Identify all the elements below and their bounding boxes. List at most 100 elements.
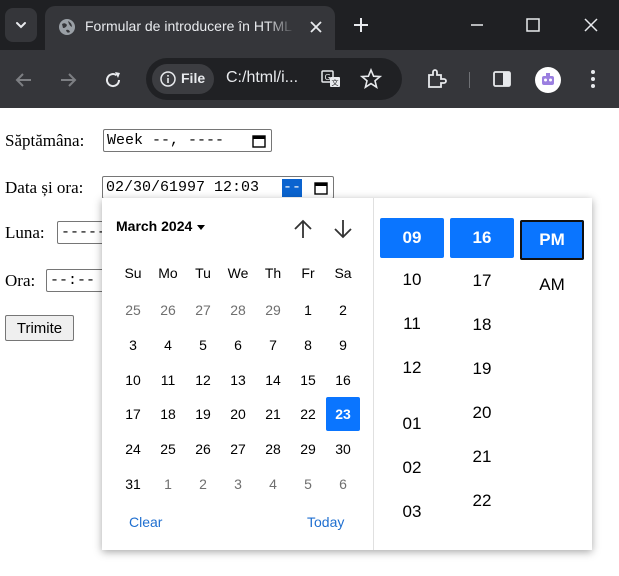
new-tab-icon[interactable] (350, 14, 372, 36)
time-label: Ora: (5, 271, 36, 290)
submit-button[interactable]: Trimite (5, 315, 74, 341)
svg-text:G: G (325, 73, 331, 82)
close-icon[interactable] (307, 18, 325, 36)
calendar-day[interactable]: 2 (326, 293, 360, 327)
hour-option[interactable]: 09 (380, 218, 444, 258)
calendar-day[interactable]: 28 (221, 293, 255, 327)
calendar-day[interactable]: 17 (116, 397, 150, 431)
minute-option[interactable]: 17 (450, 261, 514, 301)
datetime-ampm-segment[interactable]: -- (282, 179, 302, 197)
caret-down-icon (197, 224, 206, 230)
star-icon[interactable] (360, 68, 382, 90)
minute-option[interactable]: 19 (450, 349, 514, 389)
meridiem-option[interactable]: AM (520, 265, 584, 305)
menu-icon[interactable] (581, 67, 605, 91)
calendar-day[interactable]: 7 (256, 328, 290, 362)
calendar-day[interactable]: 31 (116, 467, 150, 501)
calendar-day[interactable]: 29 (256, 293, 290, 327)
calendar-day[interactable]: 15 (291, 363, 325, 397)
minute-option[interactable]: 21 (450, 437, 514, 477)
month-year-selector[interactable]: March 2024 (116, 218, 206, 234)
toolbar-divider (469, 72, 470, 88)
calendar-day[interactable]: 27 (221, 432, 255, 466)
calendar-day[interactable]: 10 (116, 363, 150, 397)
hour-option[interactable]: 03 (380, 492, 444, 532)
calendar-day[interactable]: 9 (326, 328, 360, 362)
translate-icon[interactable]: G文 (320, 68, 342, 90)
weekday-label: Th (264, 265, 282, 281)
datetime-picker: March 2024 Su Mo Tu We Th Fr Sa 25 26 27 28 29 1 2 3 4… (102, 198, 592, 550)
calendar-day[interactable]: 5 (291, 467, 325, 501)
address-bar[interactable]: File C:/html/i... G文 (146, 58, 402, 100)
hour-option[interactable]: 02 (380, 448, 444, 488)
minute-option[interactable]: 18 (450, 305, 514, 345)
tab-strip: Formular de introducere în HTML (0, 0, 619, 50)
forward-icon[interactable] (56, 68, 80, 92)
hour-option[interactable]: 12 (380, 348, 444, 388)
calendar-day[interactable]: 3 (221, 467, 255, 501)
calendar-icon[interactable] (314, 181, 328, 195)
weekday-label: Fr (301, 265, 315, 281)
back-icon[interactable] (12, 68, 36, 92)
calendar-day[interactable]: 16 (326, 363, 360, 397)
window-close-icon[interactable] (580, 14, 602, 36)
calendar-day[interactable]: 25 (151, 432, 185, 466)
extensions-icon[interactable] (424, 67, 448, 91)
calendar-day[interactable]: 11 (151, 363, 185, 397)
calendar-day[interactable]: 26 (151, 293, 185, 327)
minute-option[interactable]: 22 (450, 481, 514, 521)
calendar-day[interactable]: 2 (186, 467, 220, 501)
calendar-day[interactable]: 19 (186, 397, 220, 431)
calendar-day[interactable]: 29 (291, 432, 325, 466)
weekday-label: Su (124, 265, 142, 281)
side-panel-icon[interactable] (490, 67, 514, 91)
calendar-day[interactable]: 24 (116, 432, 150, 466)
hour-option[interactable]: 01 (380, 404, 444, 444)
datetime-input[interactable]: 02/30/61997 12:03 -- (102, 176, 334, 199)
browser-toolbar: File C:/html/i... G文 (0, 50, 619, 108)
calendar-day[interactable]: 20 (221, 397, 255, 431)
calendar-day[interactable]: 6 (326, 467, 360, 501)
calendar-day[interactable]: 4 (256, 467, 290, 501)
calendar-day[interactable]: 5 (186, 328, 220, 362)
calendar-day[interactable]: 27 (186, 293, 220, 327)
calendar-day[interactable]: 28 (256, 432, 290, 466)
calendar-day[interactable]: 6 (221, 328, 255, 362)
chevron-down-icon (16, 22, 26, 29)
arrow-down-icon[interactable] (332, 218, 354, 240)
today-button[interactable]: Today (307, 514, 344, 530)
minimize-icon[interactable] (466, 14, 488, 36)
maximize-icon[interactable] (522, 14, 544, 36)
hour-option[interactable]: 11 (380, 304, 444, 344)
minute-option[interactable]: 20 (450, 393, 514, 433)
calendar-day[interactable]: 3 (116, 328, 150, 362)
clear-button[interactable]: Clear (129, 514, 162, 530)
hour-option[interactable]: 10 (380, 260, 444, 300)
calendar-day[interactable]: 1 (151, 467, 185, 501)
calendar-day[interactable]: 14 (256, 363, 290, 397)
calendar-day[interactable]: 18 (151, 397, 185, 431)
month-input-value: ----- (61, 224, 107, 241)
arrow-up-icon[interactable] (292, 218, 314, 240)
calendar-day[interactable]: 12 (186, 363, 220, 397)
week-input[interactable]: Week --, ---- (103, 129, 272, 152)
weekday-label: Sa (334, 265, 352, 281)
active-tab[interactable]: Formular de introducere în HTML (45, 6, 335, 50)
minute-option[interactable]: 16 (450, 218, 514, 258)
tab-search-button[interactable] (5, 8, 37, 42)
calendar-day[interactable]: 30 (326, 432, 360, 466)
calendar-day[interactable]: 22 (291, 397, 325, 431)
avatar[interactable] (535, 67, 561, 93)
calendar-day[interactable]: 4 (151, 328, 185, 362)
site-info-chip[interactable]: File (152, 64, 214, 94)
reload-icon[interactable] (101, 68, 125, 92)
calendar-day[interactable]: 8 (291, 328, 325, 362)
calendar-icon[interactable] (252, 134, 266, 148)
calendar-day[interactable]: 26 (186, 432, 220, 466)
calendar-day[interactable]: 23 (326, 397, 360, 431)
calendar-day[interactable]: 25 (116, 293, 150, 327)
calendar-day[interactable]: 1 (291, 293, 325, 327)
meridiem-option[interactable]: PM (520, 220, 584, 260)
calendar-day[interactable]: 21 (256, 397, 290, 431)
calendar-day[interactable]: 13 (221, 363, 255, 397)
